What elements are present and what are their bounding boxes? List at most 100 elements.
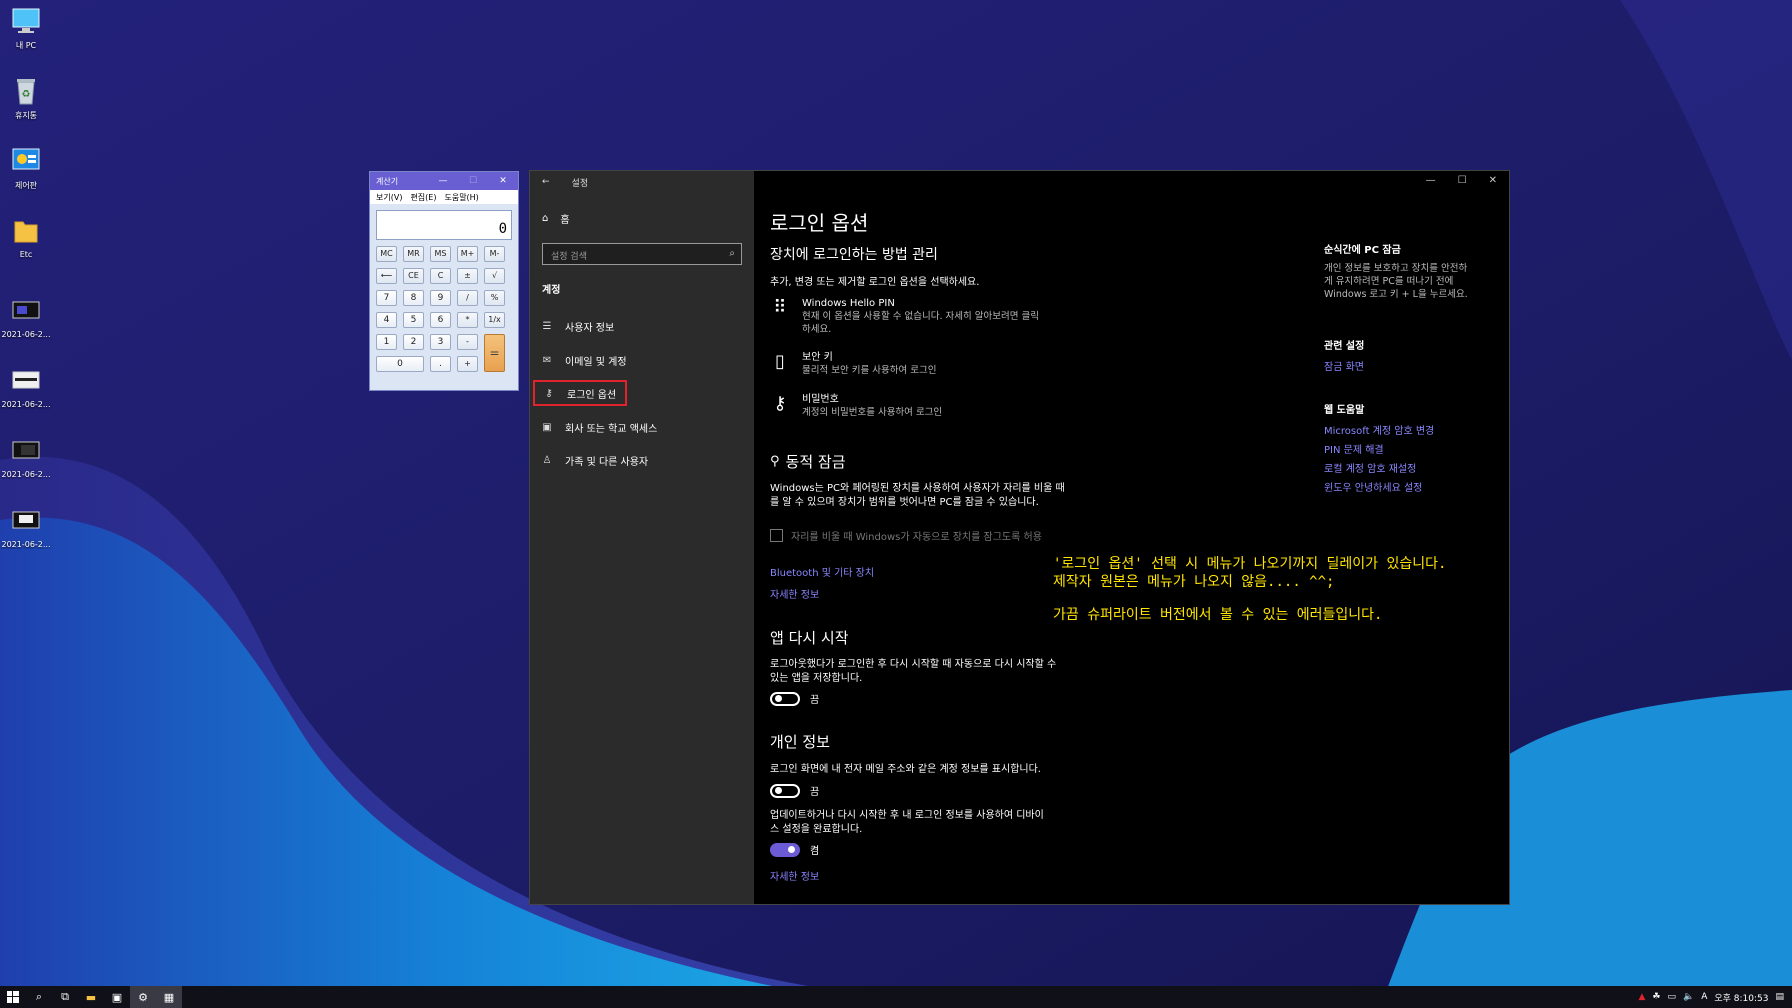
nav-item-work-school[interactable]: ▣ 회사 또는 학교 액세스 bbox=[533, 414, 743, 440]
start-button[interactable] bbox=[0, 986, 26, 1008]
privacy-email-toggle[interactable]: 끔 bbox=[770, 783, 819, 798]
plus-minus-button[interactable]: ± bbox=[457, 268, 478, 284]
option-title: Windows Hello PIN bbox=[802, 298, 895, 309]
digit-0-button[interactable]: 0 bbox=[376, 356, 424, 372]
option-desc: 하세요. bbox=[802, 324, 832, 335]
digit-3-button[interactable]: 3 bbox=[430, 334, 451, 350]
digit-7-button[interactable]: 7 bbox=[376, 290, 397, 306]
decimal-button[interactable]: . bbox=[430, 356, 451, 372]
help-link-change-ms-password[interactable]: Microsoft 계정 암호 변경 bbox=[1324, 422, 1499, 441]
toggle-state: 끔 bbox=[810, 695, 820, 706]
checkbox-box[interactable] bbox=[770, 529, 783, 542]
desktop-icon-recycle-bin[interactable]: ♻ 휴지통 bbox=[0, 76, 52, 121]
action-center-icon[interactable]: ▤ bbox=[1775, 992, 1784, 1002]
desktop-icon-etc-folder[interactable]: Etc bbox=[0, 216, 52, 259]
restart-apps-toggle[interactable]: 끔 bbox=[770, 691, 819, 706]
backspace-button[interactable]: ⟵ bbox=[376, 268, 397, 284]
folder-icon bbox=[11, 216, 41, 246]
nav-item-user-info[interactable]: ☰ 사용자 정보 bbox=[533, 313, 743, 339]
key-icon: ⚷ bbox=[773, 393, 787, 414]
desktop-icon-screenshot-1[interactable]: 2021-06-2... bbox=[0, 296, 52, 339]
settings-gear-icon[interactable]: ⚙ bbox=[130, 986, 156, 1008]
nav-item-sign-in-options[interactable]: ⚷ 로그인 옵션 bbox=[533, 380, 627, 406]
mail-icon: ✉ bbox=[542, 354, 552, 366]
menu-help[interactable]: 도움말(H) bbox=[444, 192, 478, 203]
toggle-switch[interactable] bbox=[770, 691, 800, 706]
notification-alert-icon[interactable]: ▲ bbox=[1638, 992, 1645, 1002]
divide-button[interactable]: / bbox=[457, 290, 478, 306]
mc-button[interactable]: MC bbox=[376, 246, 397, 262]
digit-1-button[interactable]: 1 bbox=[376, 334, 397, 350]
digit-2-button[interactable]: 2 bbox=[403, 334, 424, 350]
usb-key-icon: ▯ bbox=[775, 351, 785, 372]
screenshot-file-icon bbox=[11, 296, 41, 326]
m-minus-button[interactable]: M- bbox=[484, 246, 505, 262]
reciprocal-button[interactable]: 1/x bbox=[484, 312, 505, 328]
tray-app-icon[interactable]: ☘ bbox=[1652, 992, 1660, 1002]
ce-button[interactable]: CE bbox=[403, 268, 424, 284]
desktop-icon-screenshot-3[interactable]: 2021-06-2... bbox=[0, 436, 52, 479]
calculator-taskbar-icon[interactable]: ▦ bbox=[156, 986, 182, 1008]
restart-apps-desc: 있는 앱을 저장합니다. bbox=[770, 673, 863, 684]
help-link-pin-troubleshoot[interactable]: PIN 문제 해결 bbox=[1324, 441, 1499, 460]
help-link-windows-hello-setup[interactable]: 윈도우 안녕하세요 설정 bbox=[1324, 479, 1499, 498]
sqrt-button[interactable]: √ bbox=[484, 268, 505, 284]
desktop-icon-my-pc[interactable]: 내 PC bbox=[0, 6, 52, 51]
m-plus-button[interactable]: M+ bbox=[457, 246, 478, 262]
nav-item-email-accounts[interactable]: ✉ 이메일 및 계정 bbox=[533, 347, 743, 373]
maximize-icon[interactable]: ☐ bbox=[1458, 175, 1467, 186]
ms-button[interactable]: MS bbox=[430, 246, 451, 262]
digit-4-button[interactable]: 4 bbox=[376, 312, 397, 328]
svg-text:♻: ♻ bbox=[22, 89, 31, 100]
close-icon[interactable]: ✕ bbox=[488, 176, 518, 186]
nav-item-family-users[interactable]: ♙ 가족 및 다른 사용자 bbox=[533, 447, 743, 473]
close-icon[interactable]: ✕ bbox=[1489, 175, 1497, 186]
mr-button[interactable]: MR bbox=[403, 246, 424, 262]
store-icon[interactable]: ▣ bbox=[104, 986, 130, 1008]
ime-indicator[interactable]: A bbox=[1701, 992, 1707, 1002]
lock-screen-link[interactable]: 잠금 화면 bbox=[1324, 358, 1499, 377]
option-title: 비밀번호 bbox=[802, 394, 839, 405]
dynamic-lock-more-link[interactable]: 자세한 정보 bbox=[770, 586, 819, 601]
privacy-more-link[interactable]: 자세한 정보 bbox=[770, 868, 819, 883]
search-icon[interactable]: ⌕ bbox=[26, 986, 52, 1008]
calculator-window[interactable]: 계산기 — ☐ ✕ 보기(V) 편집(E) 도움말(H) 0 MC MR MS … bbox=[369, 171, 519, 391]
dynamic-lock-checkbox[interactable]: 자리를 비울 때 Windows가 자동으로 장치를 잠그도록 허용 bbox=[770, 528, 1042, 543]
option-security-key[interactable]: ▯ 보안 키 물리적 보안 키를 사용하여 로그인 bbox=[770, 351, 1100, 377]
multiply-button[interactable]: * bbox=[457, 312, 478, 328]
menu-view[interactable]: 보기(V) bbox=[376, 192, 402, 203]
digit-5-button[interactable]: 5 bbox=[403, 312, 424, 328]
digit-6-button[interactable]: 6 bbox=[430, 312, 451, 328]
sidebar-heading: 순식간에 PC 잠금 bbox=[1324, 245, 1401, 256]
digit-8-button[interactable]: 8 bbox=[403, 290, 424, 306]
digit-9-button[interactable]: 9 bbox=[430, 290, 451, 306]
subtract-button[interactable]: - bbox=[457, 334, 478, 350]
equals-button[interactable]: = bbox=[484, 334, 505, 372]
option-windows-hello-pin[interactable]: ⠿ Windows Hello PIN 현재 이 옵션을 사용할 수 없습니다.… bbox=[770, 297, 1100, 336]
desktop-icon-screenshot-4[interactable]: 2021-06-2... bbox=[0, 506, 52, 549]
minimize-icon[interactable]: — bbox=[1426, 175, 1436, 186]
minimize-icon[interactable]: — bbox=[428, 176, 458, 186]
privacy-update-desc: 스 설정을 완료합니다. bbox=[770, 824, 863, 835]
calculator-titlebar[interactable]: 계산기 — ☐ ✕ bbox=[370, 172, 518, 190]
desktop-icon-control-panel[interactable]: 제어판 bbox=[0, 146, 52, 191]
privacy-update-toggle[interactable]: 켬 bbox=[770, 842, 819, 857]
bluetooth-link[interactable]: Bluetooth 및 기타 장치 bbox=[770, 564, 874, 579]
percent-button[interactable]: % bbox=[484, 290, 505, 306]
volume-icon[interactable]: 🔈 bbox=[1683, 992, 1694, 1002]
toggle-switch[interactable] bbox=[770, 783, 800, 798]
option-password[interactable]: ⚷ 비밀번호 계정의 비밀번호를 사용하여 로그인 bbox=[770, 393, 1100, 419]
pin-keypad-icon: ⠿ bbox=[773, 297, 787, 318]
help-link-reset-local-password[interactable]: 로컬 계정 암호 재설정 bbox=[1324, 460, 1499, 479]
task-view-icon[interactable]: ⧉ bbox=[52, 986, 78, 1008]
network-icon[interactable]: ▭ bbox=[1667, 992, 1676, 1002]
clock[interactable]: 오후 8:10:53 bbox=[1714, 991, 1768, 1004]
add-button[interactable]: + bbox=[457, 356, 478, 372]
screenshot-file-icon bbox=[11, 506, 41, 536]
clear-button[interactable]: C bbox=[430, 268, 451, 284]
desktop-icon-screenshot-2[interactable]: 2021-06-2... bbox=[0, 366, 52, 409]
toggle-switch[interactable] bbox=[770, 842, 800, 857]
menu-edit[interactable]: 편집(E) bbox=[410, 192, 436, 203]
file-explorer-icon[interactable]: ▬ bbox=[78, 986, 104, 1008]
option-desc: 계정의 비밀번호를 사용하여 로그인 bbox=[802, 407, 943, 418]
